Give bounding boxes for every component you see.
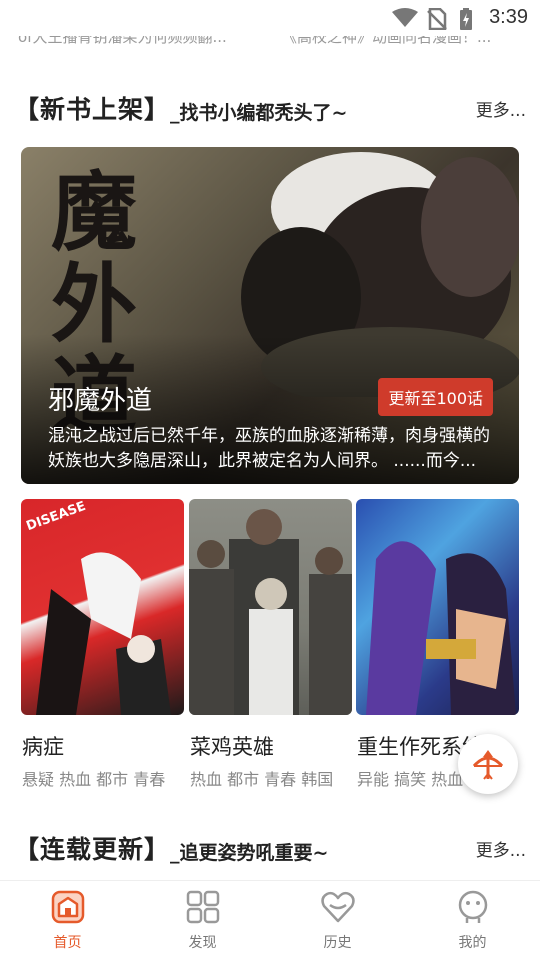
no-sim-icon: [427, 8, 447, 30]
comic-title: 菜鸡英雄: [190, 735, 274, 759]
cover-artwork: [36, 552, 171, 715]
section-subtitle: _追更姿势吼重要~: [170, 842, 329, 864]
comic-tags: 异能 搞笑 热血: [357, 770, 464, 789]
comic-tags: 悬疑 热血 都市 青春: [22, 770, 166, 789]
more-link[interactable]: 更多...: [476, 96, 526, 121]
profile-icon: [458, 890, 488, 923]
banner-title: 邪魔外道: [48, 386, 153, 416]
section-serial-header: 【连载更新】 _追更姿势吼重要~ 更多...: [14, 830, 526, 870]
nav-item-history[interactable]: 历史: [270, 881, 405, 961]
comic-cover[interactable]: DISEASE: [21, 499, 184, 715]
battery-icon: [460, 8, 472, 30]
comic-card[interactable]: DISEASE 病症 悬疑 热血 都市 青春: [21, 499, 184, 789]
more-link[interactable]: 更多...: [476, 836, 526, 861]
cover-artwork: [366, 541, 516, 715]
update-badge: 更新至100话: [378, 378, 493, 416]
nav-item-profile[interactable]: 我的: [405, 881, 540, 961]
bow-arrow-icon: [472, 750, 504, 780]
nav-item-discover[interactable]: 发现: [135, 881, 270, 961]
cover-artwork: [189, 509, 352, 715]
comic-cover[interactable]: [189, 499, 352, 715]
comic-card[interactable]: 重生作死系统 异能 搞笑 热血: [356, 499, 519, 789]
banner-description: 混沌之战过后已然千年，巫族的血脉逐渐稀薄，肉身强横的妖族也大多隐居深山，此界被定…: [48, 426, 490, 471]
featured-banner[interactable]: 魔外道 邪魔外道 更新至100话 混沌之战过后已然千年，巫族的血脉逐渐稀薄，肉身…: [21, 147, 519, 484]
comic-cover[interactable]: [356, 499, 519, 715]
section-new-books-header: 【新书上架】 _找书小编都秃头了~ 更多...: [14, 90, 526, 130]
status-bar: 3:39: [0, 0, 540, 36]
section-title: 【连载更新】: [14, 835, 171, 864]
heart-icon: [321, 891, 355, 923]
nav-label: 我的: [458, 935, 487, 951]
comic-tags: 热血 都市 青春 韩国: [190, 770, 334, 789]
section-title: 【新书上架】: [14, 95, 171, 124]
floating-bow-button[interactable]: [458, 734, 518, 794]
nav-label: 首页: [53, 935, 82, 951]
comic-card[interactable]: 菜鸡英雄 热血 都市 青春 韩国: [189, 499, 352, 789]
bottom-navigation: 首页 发现 历史 我的: [0, 880, 540, 961]
section-subtitle: _找书小编都秃头了~: [170, 102, 348, 124]
wifi-icon: [392, 8, 418, 27]
grid-icon: [186, 890, 220, 924]
status-time: 3:39: [489, 6, 528, 28]
home-icon: [51, 890, 85, 924]
comic-title: 病症: [22, 735, 64, 759]
nav-label: 历史: [323, 935, 352, 951]
nav-item-home[interactable]: 首页: [0, 881, 135, 961]
nav-label: 发现: [188, 935, 217, 951]
